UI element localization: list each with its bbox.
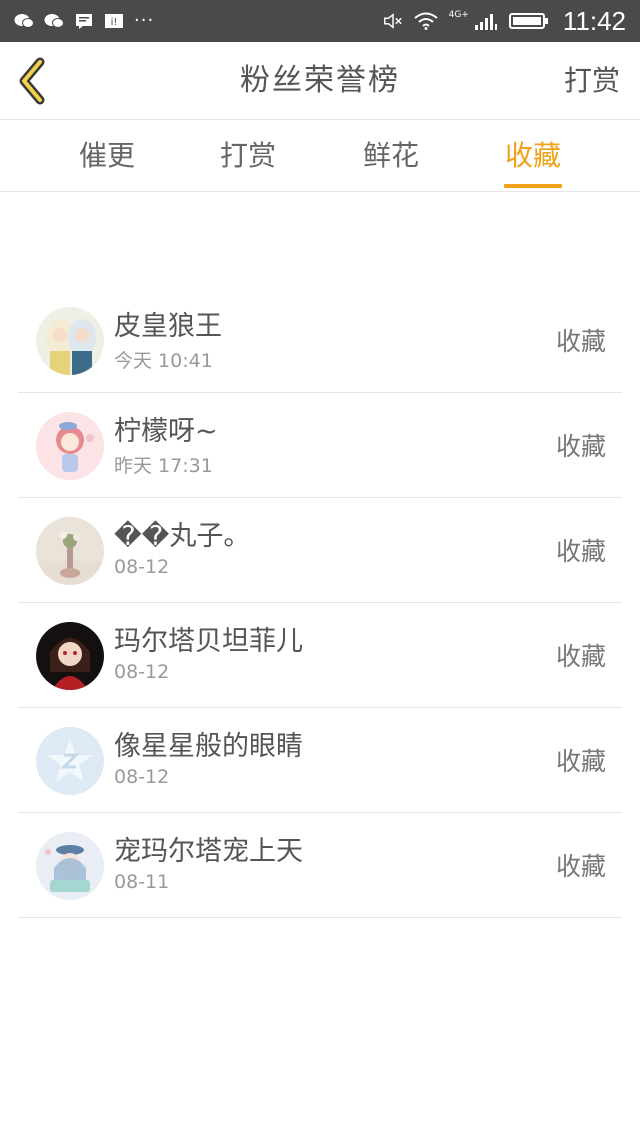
message-icon (74, 12, 94, 30)
fan-time: 08-12 (114, 766, 170, 788)
app-icon: i! (104, 12, 124, 30)
back-arrow-icon (19, 57, 45, 105)
tab-label: 打赏 (219, 139, 276, 172)
fan-list: 皮皇狼王 今天 10:41 收藏 柠檬呀~ 昨天 17:31 收藏 ��丸子。 … (18, 288, 622, 918)
wechat-icon (14, 12, 34, 30)
fan-time: 08-12 (114, 661, 170, 683)
fan-time: 今天 10:41 (114, 350, 213, 372)
tab-favorites[interactable]: 收藏 (488, 120, 578, 192)
wifi-icon (413, 12, 439, 30)
avatar (36, 517, 104, 585)
status-bar: i! ··· 4G+ 11:42 (0, 0, 640, 42)
favorite-label: 收藏 (555, 747, 606, 776)
tab-label: 催更 (78, 139, 135, 172)
favorite-label: 收藏 (555, 327, 606, 356)
avatar (36, 832, 104, 900)
favorite-label: 收藏 (555, 852, 606, 881)
fan-name: 宠玛尔塔宠上天 (114, 836, 303, 867)
list-item[interactable]: 玛尔塔贝坦菲儿 08-12 收藏 (18, 603, 622, 708)
tab-reward[interactable]: 打赏 (203, 120, 293, 192)
favorite-label: 收藏 (555, 642, 606, 671)
app-header: 粉丝荣誉榜 打赏 (0, 42, 640, 120)
favorite-label: 收藏 (555, 432, 606, 461)
avatar (36, 412, 104, 480)
status-left-icons: i! ··· (14, 12, 154, 30)
more-notifications: ··· (134, 10, 155, 31)
avatar (36, 622, 104, 690)
active-tab-indicator (504, 184, 562, 188)
tab-flowers[interactable]: 鲜花 (346, 120, 436, 192)
page-title: 粉丝荣誉榜 (240, 63, 400, 98)
battery-icon (508, 12, 549, 30)
svg-text:i!: i! (111, 17, 118, 28)
signal-icon (473, 12, 499, 30)
fan-name: 皮皇狼王 (114, 311, 222, 342)
reward-button[interactable]: 打赏 (564, 42, 620, 120)
fan-name: 玛尔塔贝坦菲儿 (114, 626, 303, 657)
tab-urge[interactable]: 催更 (62, 120, 152, 192)
tab-label: 收藏 (504, 139, 561, 172)
fan-time: 08-12 (114, 556, 170, 578)
list-item[interactable]: 柠檬呀~ 昨天 17:31 收藏 (18, 393, 622, 498)
back-button[interactable] (14, 56, 54, 106)
list-item[interactable]: 宠玛尔塔宠上天 08-11 收藏 (18, 813, 622, 918)
ranking-tabs: 催更 打赏 鲜花 收藏 (0, 120, 640, 192)
network-type: 4G+ (448, 10, 469, 20)
favorite-label: 收藏 (555, 537, 606, 566)
avatar (36, 307, 104, 375)
clock: 11:42 (562, 5, 626, 36)
avatar (36, 727, 104, 795)
fan-time: 昨天 17:31 (114, 455, 213, 477)
fan-name: 柠檬呀~ (114, 416, 218, 447)
list-item[interactable]: 皮皇狼王 今天 10:41 收藏 (18, 288, 622, 393)
fan-name: 像星星般的眼睛 (114, 731, 303, 762)
fan-time: 08-11 (114, 871, 170, 893)
list-item[interactable]: 像星星般的眼睛 08-12 收藏 (18, 708, 622, 813)
tab-label: 鲜花 (362, 139, 419, 172)
mute-icon (383, 12, 403, 30)
list-item[interactable]: ��丸子。 08-12 收藏 (18, 498, 622, 603)
fan-name: ��丸子。 (114, 521, 251, 552)
status-right-icons: 4G+ 11:42 (383, 6, 626, 37)
wechat-icon (44, 12, 64, 30)
